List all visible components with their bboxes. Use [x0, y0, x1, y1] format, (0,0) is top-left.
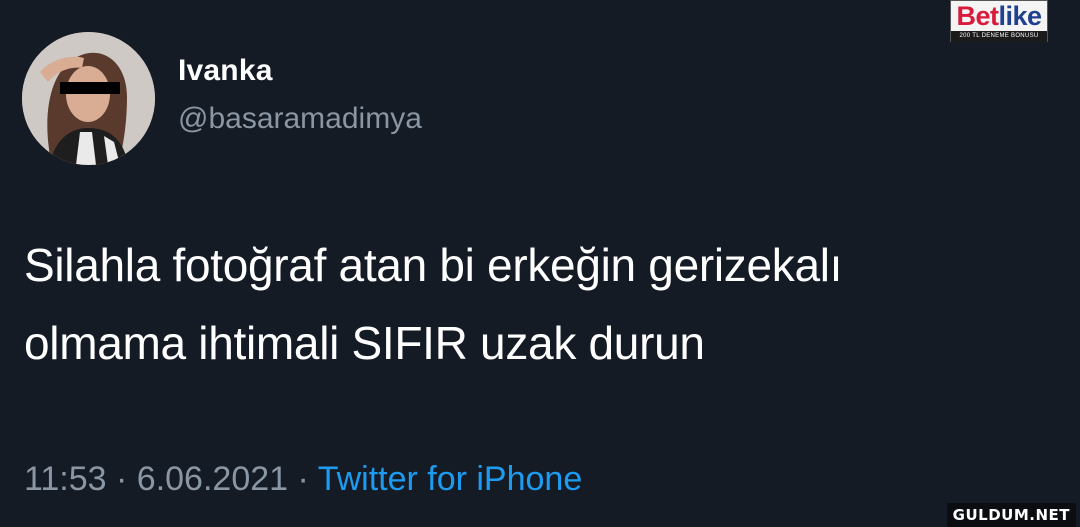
- brand-logo: Betlike 200 TL DENEME BONUSU: [950, 0, 1048, 42]
- meta-separator: ·: [297, 460, 309, 498]
- brand-logo-word-part: Bet: [956, 1, 999, 31]
- user-handle[interactable]: @basaramadimya: [178, 102, 422, 136]
- tweet-source-link[interactable]: Twitter for iPhone: [318, 460, 583, 498]
- tweet-text: Silahla fotoğraf atan bi erkeğin gerizek…: [24, 226, 1064, 382]
- avatar[interactable]: [22, 32, 155, 165]
- site-watermark: GULDUM.NET: [946, 503, 1076, 527]
- tweet-date[interactable]: 6.06.2021: [137, 460, 288, 498]
- meta-separator: ·: [116, 460, 128, 498]
- tweet-card: Ivanka @basaramadimya Silahla fotoğraf a…: [0, 0, 1080, 527]
- tweet-text-line: Silahla fotoğraf atan bi erkeğin gerizek…: [24, 239, 843, 291]
- brand-logo-word: Betlike: [951, 1, 1047, 31]
- avatar-photo: [22, 32, 155, 165]
- tweet-text-line: olmama ihtimali SIFIR uzak durun: [24, 317, 705, 369]
- tweet-time[interactable]: 11:53: [24, 460, 107, 498]
- brand-logo-word-part: like: [998, 1, 1042, 31]
- tweet-meta: 11:53 · 6.06.2021 · Twitter for iPhone: [24, 460, 582, 499]
- brand-logo-subtitle: 200 TL DENEME BONUSU: [951, 31, 1047, 42]
- display-name[interactable]: Ivanka: [178, 54, 273, 88]
